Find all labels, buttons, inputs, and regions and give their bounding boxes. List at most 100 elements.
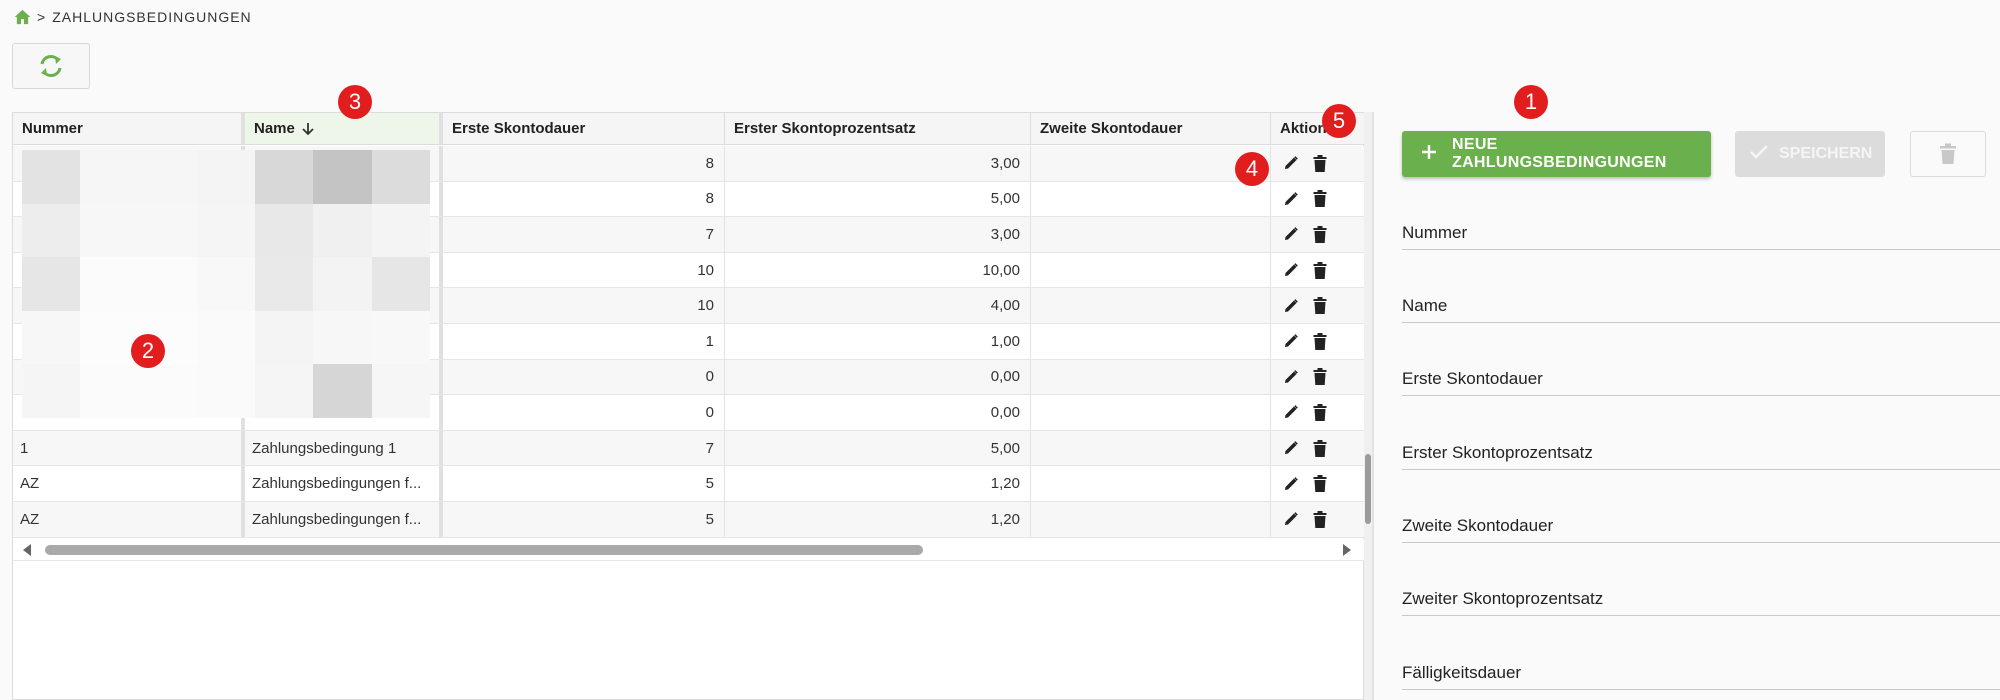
trash-icon[interactable]: [1313, 332, 1327, 350]
cell-zweite-skontodauer: [1031, 502, 1271, 537]
trash-icon[interactable]: [1313, 154, 1327, 172]
cell-erste-skontodauer: 7: [443, 430, 725, 466]
cell-zweite-skontodauer: [1031, 217, 1271, 252]
edit-icon[interactable]: [1283, 476, 1299, 492]
scroll-right-icon[interactable]: [1343, 544, 1351, 556]
edit-icon[interactable]: [1283, 262, 1299, 278]
edit-icon[interactable]: [1283, 226, 1299, 242]
cell-erster-skontoprozentsatz: 0,00: [725, 359, 1031, 395]
form-field-fälligkeitsdauer[interactable]: Fälligkeitsdauer: [1402, 656, 2000, 690]
form-field-zweite-skontodauer[interactable]: Zweite Skontodauer: [1402, 509, 2000, 543]
cell-erster-skontoprozentsatz: 10,00: [725, 252, 1031, 288]
form-field-label: Zweiter Skontoprozentsatz: [1402, 588, 1604, 608]
breadcrumb: > ZAHLUNGSBEDINGUNGEN: [14, 6, 252, 28]
table-row[interactable]: AZ Zahlungsbedingungen f... 5 1,20: [13, 466, 1365, 502]
cell-erster-skontoprozentsatz: 3,00: [725, 146, 1031, 181]
column-header-erster-skontoprozentsatz[interactable]: Erster Skontoprozentsatz: [725, 113, 1031, 144]
cell-zweite-skontodauer: [1031, 252, 1271, 288]
trash-icon[interactable]: [1313, 190, 1327, 208]
cell-erster-skontoprozentsatz: 1,00: [725, 324, 1031, 359]
trash-icon: [1940, 143, 1956, 164]
cell-zweite-skontodauer: [1031, 359, 1271, 395]
trash-icon[interactable]: [1313, 510, 1327, 528]
horizontal-scrollbar[interactable]: [13, 539, 1365, 561]
annotation-badge-1: 1: [1514, 85, 1548, 119]
cell-name: Zahlungsbedingung 1: [245, 430, 443, 466]
column-header-erste-skontodauer[interactable]: Erste Skontodauer: [443, 113, 725, 144]
refresh-icon: [40, 55, 62, 77]
cell-aktion: [1271, 182, 1365, 217]
trash-icon[interactable]: [1313, 297, 1327, 315]
column-header-zweite-skontodauer[interactable]: Zweite Skontodauer: [1031, 113, 1271, 144]
scroll-left-icon[interactable]: [23, 544, 31, 556]
panel-divider: [1372, 112, 1374, 700]
cell-erste-skontodauer: 1: [443, 324, 725, 359]
annotation-badge-4: 4: [1235, 152, 1269, 186]
form-field-erste-skontodauer[interactable]: Erste Skontodauer: [1402, 362, 2000, 396]
home-icon[interactable]: [14, 9, 31, 25]
edit-icon[interactable]: [1283, 511, 1299, 527]
refresh-button[interactable]: [12, 43, 90, 89]
edit-icon[interactable]: [1283, 440, 1299, 456]
form-field-label: Name: [1402, 295, 1448, 315]
delete-button[interactable]: [1910, 131, 1986, 177]
trash-icon[interactable]: [1313, 403, 1327, 421]
cell-erste-skontodauer: 5: [443, 502, 725, 537]
column-header-nummer[interactable]: Nummer: [13, 113, 245, 144]
trash-icon[interactable]: [1313, 225, 1327, 243]
form-field-label: Fälligkeitsdauer: [1402, 662, 1522, 682]
new-payment-terms-label: NEUE ZAHLUNGSBEDINGUNGEN: [1452, 136, 1667, 171]
cell-aktion: [1271, 146, 1365, 181]
cell-nummer: 1: [13, 430, 245, 466]
edit-icon[interactable]: [1283, 333, 1299, 349]
form-field-label: Nummer: [1402, 222, 1468, 242]
trash-icon[interactable]: [1313, 439, 1327, 457]
cell-erste-skontodauer: 0: [443, 359, 725, 395]
edit-icon[interactable]: [1283, 191, 1299, 207]
cell-aktion: [1271, 466, 1365, 501]
form-field-erster-skontoprozentsatz[interactable]: Erster Skontoprozentsatz: [1402, 436, 2000, 470]
edit-icon[interactable]: [1283, 155, 1299, 171]
save-button[interactable]: SPEICHERN: [1735, 131, 1885, 177]
cell-erster-skontoprozentsatz: 1,20: [725, 466, 1031, 501]
edit-icon[interactable]: [1283, 298, 1299, 314]
redacted-area: [22, 150, 430, 418]
cell-erste-skontodauer: 10: [443, 252, 725, 288]
form-field-label: Erster Skontoprozentsatz: [1402, 442, 1593, 462]
column-header-name[interactable]: Name: [245, 113, 443, 144]
cell-aktion: [1271, 324, 1365, 359]
table-row[interactable]: 1 Zahlungsbedingung 1 7 5,00: [13, 430, 1365, 467]
cell-erste-skontodauer: 8: [443, 146, 725, 181]
cell-erster-skontoprozentsatz: 4,00: [725, 288, 1031, 323]
cell-zweite-skontodauer: [1031, 395, 1271, 430]
new-payment-terms-button[interactable]: NEUE ZAHLUNGSBEDINGUNGEN: [1402, 131, 1711, 177]
cell-erster-skontoprozentsatz: 1,20: [725, 502, 1031, 537]
form-field-zweiter-skontoprozentsatz[interactable]: Zweiter Skontoprozentsatz: [1402, 582, 2000, 616]
form-field-label: Zweite Skontodauer: [1402, 515, 1554, 535]
trash-icon[interactable]: [1313, 261, 1327, 279]
edit-icon[interactable]: [1283, 369, 1299, 385]
cell-aktion: [1271, 431, 1365, 466]
annotation-badge-3: 3: [338, 85, 372, 119]
edit-icon[interactable]: [1283, 404, 1299, 420]
cell-aktion: [1271, 395, 1365, 430]
cell-erste-skontodauer: 7: [443, 217, 725, 252]
cell-erste-skontodauer: 5: [443, 466, 725, 501]
breadcrumb-separator: >: [37, 9, 47, 25]
cell-zweite-skontodauer: [1031, 288, 1271, 323]
vertical-scrollbar-thumb[interactable]: [1365, 454, 1371, 524]
horizontal-scrollbar-thumb[interactable]: [45, 545, 923, 555]
trash-icon[interactable]: [1313, 368, 1327, 386]
table-header: Nummer Name Erste Skontodauer Erster Sko…: [13, 113, 1365, 145]
trash-icon[interactable]: [1313, 475, 1327, 493]
check-icon: [1749, 144, 1769, 165]
table-row[interactable]: AZ Zahlungsbedingungen f... 5 1,20: [13, 502, 1365, 538]
form-field-nummer[interactable]: Nummer: [1402, 216, 2000, 250]
cell-erster-skontoprozentsatz: 5,00: [725, 181, 1031, 217]
form-field-name[interactable]: Name: [1402, 289, 2000, 323]
save-label: SPEICHERN: [1779, 145, 1873, 162]
panel-splitter[interactable]: [1364, 112, 1372, 700]
cell-zweite-skontodauer: [1031, 430, 1271, 466]
annotation-badge-2: 2: [131, 334, 165, 368]
cell-nummer: AZ: [13, 466, 245, 501]
